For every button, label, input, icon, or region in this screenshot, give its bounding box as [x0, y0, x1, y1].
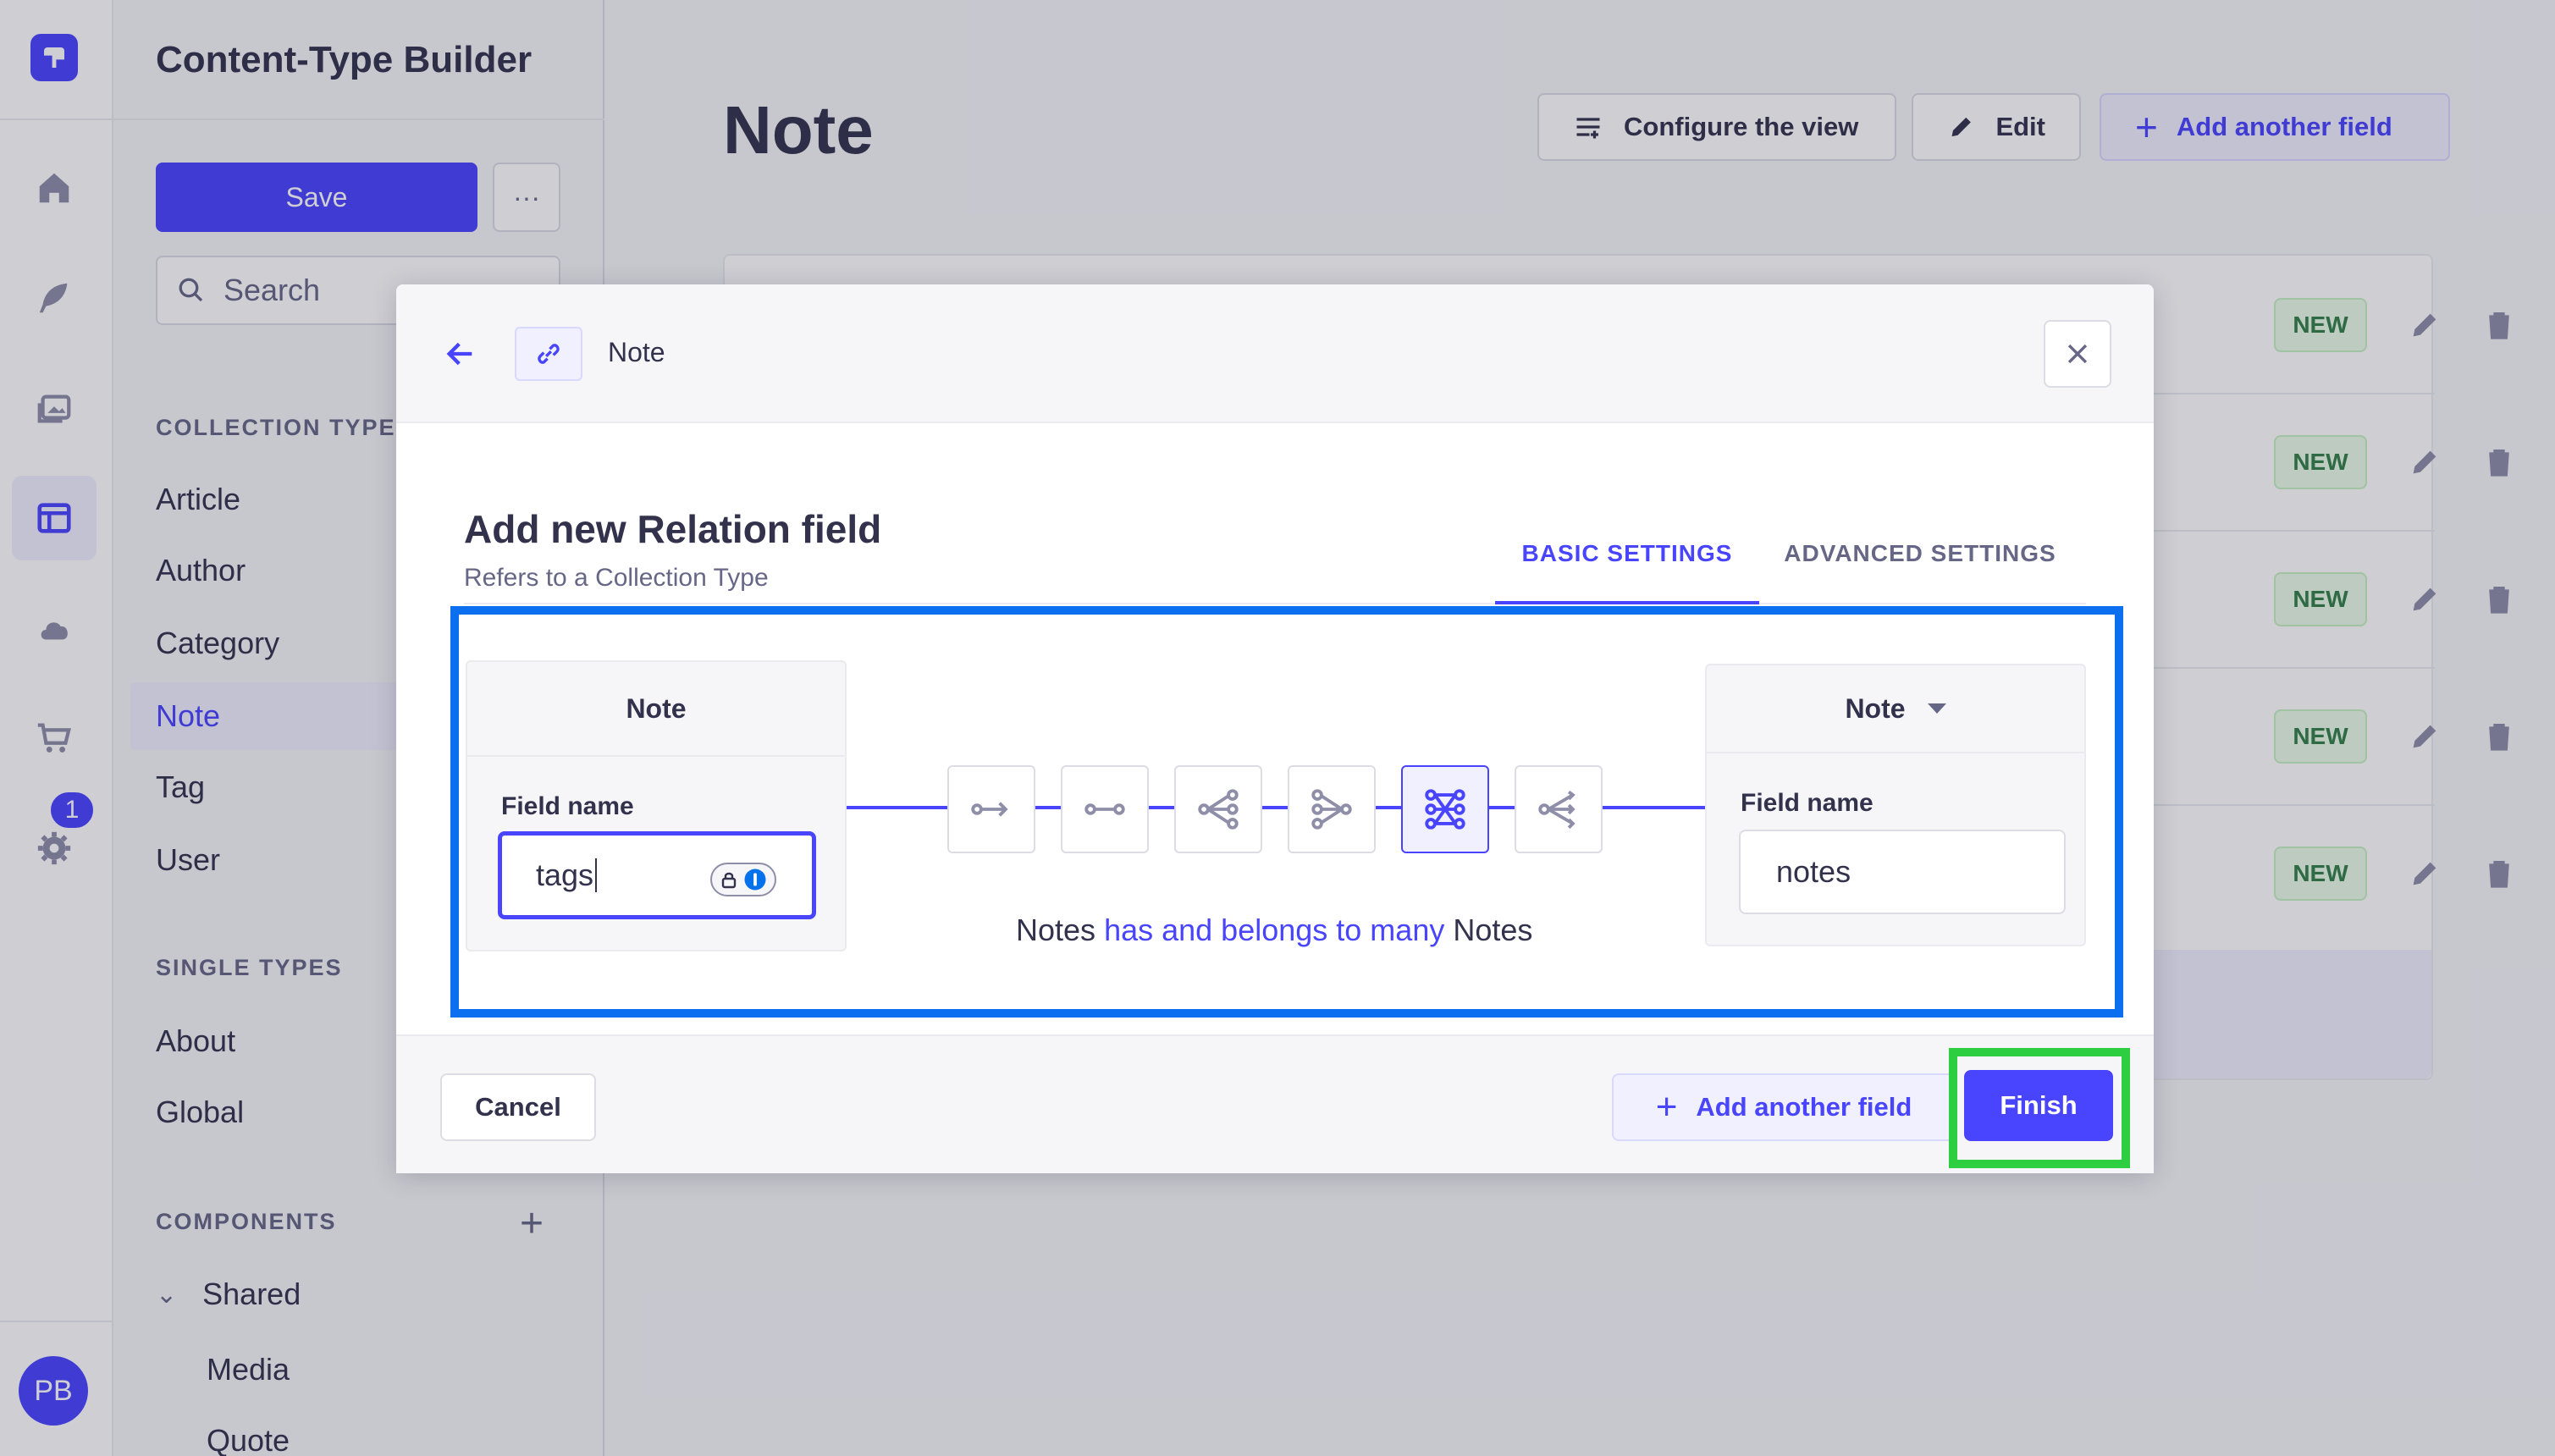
right-field-label: Field name — [1741, 789, 1873, 817]
left-field-label: Field name — [501, 792, 634, 820]
text-caret — [595, 858, 598, 892]
right-entity-title: Note — [1845, 692, 1906, 724]
cancel-button[interactable]: Cancel — [440, 1073, 596, 1141]
close-icon — [2067, 344, 2088, 364]
tab-advanced-settings[interactable]: ADVANCED SETTINGS — [1776, 540, 2064, 604]
back-arrow-icon[interactable] — [435, 328, 486, 379]
relation-many-way-button[interactable] — [1515, 765, 1603, 853]
many-to-one-relation-icon — [1311, 789, 1352, 830]
relation-many-to-one-button[interactable] — [1288, 765, 1376, 853]
right-entity-dropdown[interactable]: Note — [1707, 665, 2084, 753]
modal-header: Note — [396, 284, 2154, 423]
relation-many-to-many-button[interactable] — [1401, 765, 1489, 853]
many-to-many-relation-icon — [1425, 789, 1465, 830]
relation-subject: Notes — [1016, 913, 1096, 947]
modal-subtitle: Refers to a Collection Type — [464, 564, 769, 592]
relation-verb: has and belongs to many — [1104, 913, 1445, 947]
plus-icon: + — [1655, 1086, 1678, 1128]
right-field-value: notes — [1776, 854, 1851, 889]
left-field-value: tags — [536, 858, 594, 892]
many-way-relation-icon — [1538, 790, 1575, 830]
one-way-relation-icon — [971, 802, 1008, 817]
one-to-one-relation-icon — [1084, 803, 1125, 815]
modal-breadcrumb: Note — [608, 337, 665, 367]
password-manager-icon[interactable] — [710, 863, 776, 896]
left-field-name-input[interactable]: tags — [498, 831, 816, 919]
left-entity-title: Note — [467, 662, 845, 757]
relation-one-to-many-button[interactable] — [1174, 765, 1262, 853]
relation-object: Notes — [1453, 913, 1533, 947]
tab-basic-settings[interactable]: BASIC SETTINGS — [1495, 540, 1759, 604]
finish-button[interactable]: Finish — [1964, 1070, 2113, 1141]
modal-title: Add new Relation field — [464, 507, 882, 551]
relation-link-icon — [515, 327, 582, 381]
relation-one-way-button[interactable] — [947, 765, 1035, 853]
close-button[interactable] — [2044, 320, 2111, 388]
add-another-field-label: Add another field — [1696, 1092, 1912, 1122]
relation-description: Notes has and belongs to many Notes — [1016, 913, 1532, 948]
right-entity-card: Note Field name notes — [1705, 664, 2086, 946]
dropdown-caret-icon — [1927, 703, 1946, 714]
left-entity-card: Note Field name tags — [466, 660, 847, 951]
one-to-many-relation-icon — [1198, 789, 1239, 830]
add-another-field-button[interactable]: + Add another field — [1612, 1073, 1956, 1141]
relation-one-to-one-button[interactable] — [1061, 765, 1149, 853]
right-field-name-input[interactable]: notes — [1739, 830, 2066, 914]
modal-footer: Cancel + Add another field — [396, 1034, 2154, 1173]
